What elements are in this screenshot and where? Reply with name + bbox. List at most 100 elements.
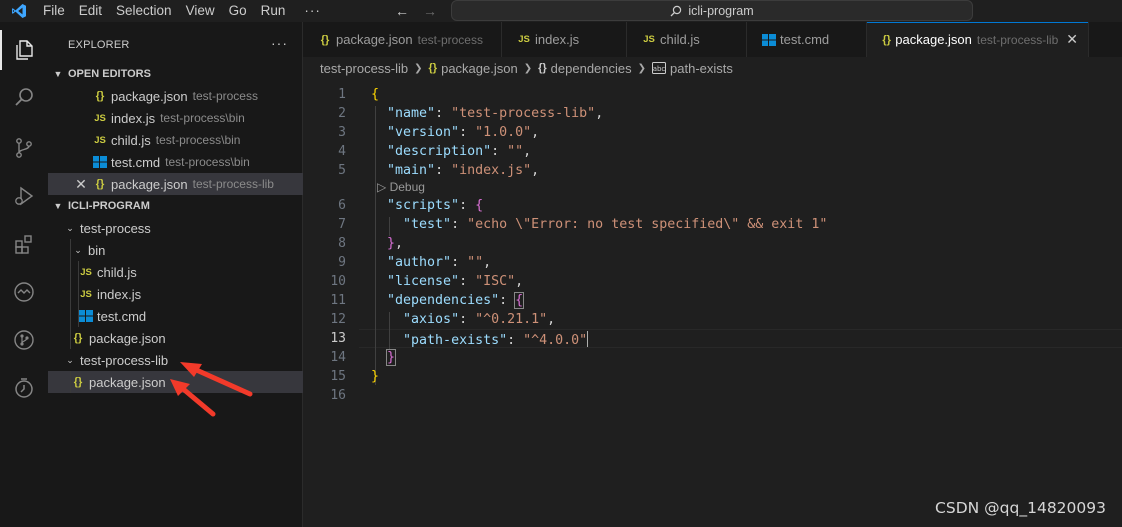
line-number: 16 (330, 388, 346, 403)
search-icon (670, 5, 682, 16)
js-icon: JS (643, 34, 655, 45)
forward-arrow-icon[interactable]: → (423, 3, 437, 19)
code-line-current: "path-exists": "^4.0.0" (403, 331, 589, 348)
open-editor-item[interactable]: test.cmd test-process\bin (48, 151, 303, 173)
menu-run[interactable]: Run (254, 0, 293, 22)
menu-edit[interactable]: Edit (72, 0, 109, 22)
js-icon: JS (94, 134, 106, 146)
explorer-sidebar: EXPLORER ··· ▼ OPEN EDITORS {} package.j… (48, 22, 303, 527)
code-line: "name": "test-process-lib", (387, 106, 604, 121)
breadcrumb: test-process-lib ❯ {} package.json ❯ {} … (303, 57, 1122, 79)
file-package-json[interactable]: {} package.json (48, 327, 303, 349)
debug-codelens[interactable]: ▷ Debug (377, 180, 425, 194)
file-test-cmd[interactable]: test.cmd (48, 305, 303, 327)
tab-label: package.json (895, 32, 972, 47)
json-icon: {} (882, 33, 891, 46)
open-editor-item[interactable]: JS index.js test-process\bin (48, 107, 303, 129)
git-graph-icon[interactable] (0, 316, 48, 364)
folder-bin[interactable]: ⌄ bin (48, 239, 303, 261)
tab-label: test.cmd (780, 32, 830, 47)
folder-test-process-lib[interactable]: ⌄ test-process-lib (48, 349, 303, 371)
code-line: "test": "echo \"Error: no test specified… (403, 217, 828, 232)
explorer-more-button[interactable]: ··· (271, 35, 288, 51)
code-editor[interactable]: 1 2 3 4 5 6 7 8 9 10 11 12 13 14 15 16 {… (303, 79, 1122, 527)
breadcrumb-item[interactable]: package.json (441, 61, 518, 76)
code-line: } (386, 349, 397, 366)
tree-item-label: package.json (89, 374, 166, 390)
tab-label: package.json (336, 32, 413, 47)
chevron-down-icon: ▼ (53, 201, 63, 211)
watermark: CSDN @qq_14820093 (935, 499, 1106, 517)
json-icon: {} (73, 376, 83, 388)
annotation-arrow-icon (170, 379, 216, 417)
tree-item-label: package.json (89, 330, 166, 346)
breadcrumb-item[interactable]: dependencies (551, 61, 632, 76)
object-icon: {} (538, 62, 547, 74)
extensions-icon[interactable] (0, 220, 48, 268)
tab-test-cmd[interactable]: test.cmd (747, 22, 867, 57)
open-editor-item[interactable]: JS child.js test-process\bin (48, 129, 303, 151)
breadcrumb-item[interactable]: path-exists (670, 61, 733, 76)
close-icon[interactable]: ✕ (73, 176, 89, 193)
tab-package-json-test-process-lib[interactable]: {} package.json test-process-lib ✕ (867, 22, 1089, 57)
workspace-section[interactable]: ▼ ICLI-PROGRAM (48, 195, 303, 217)
folder-test-process[interactable]: ⌄ test-process (48, 217, 303, 239)
open-editor-name: package.json (111, 88, 188, 104)
line-number: 10 (330, 274, 346, 289)
open-editors-section[interactable]: ▼ OPEN EDITORS (48, 63, 303, 85)
js-icon: JS (80, 288, 92, 300)
tree-item-label: test-process (80, 220, 151, 236)
menu-go[interactable]: Go (222, 0, 254, 22)
line-number: 6 (338, 198, 346, 213)
file-index-js[interactable]: JS index.js (48, 283, 303, 305)
menu-view[interactable]: View (179, 0, 222, 22)
code-line: "dependencies": { (387, 292, 525, 309)
tab-index-js[interactable]: JS index.js (502, 22, 627, 57)
code-line: } (371, 369, 380, 384)
json-icon: {} (428, 62, 438, 74)
json-icon: {} (95, 178, 105, 190)
activity-bar (0, 22, 48, 527)
code-line: "axios": "^0.21.1", (403, 312, 556, 327)
tab-desc: test-process (417, 32, 483, 47)
breadcrumb-item[interactable]: test-process-lib (320, 61, 408, 76)
text-cursor (587, 331, 589, 347)
chevron-right-icon: ❯ (414, 62, 423, 74)
open-editor-desc: test-process\bin (165, 155, 250, 169)
close-icon[interactable]: ✕ (1066, 31, 1078, 48)
line-number: 4 (338, 144, 346, 159)
command-center-search[interactable]: icli-program (451, 0, 973, 21)
menu-more-button[interactable]: ··· (292, 0, 333, 22)
line-number: 13 (330, 331, 346, 346)
code-line: "license": "ISC", (387, 274, 524, 289)
open-editor-item-active[interactable]: ✕ {} package.json test-process-lib (48, 173, 303, 195)
remote-explorer-icon[interactable] (0, 268, 48, 316)
explorer-icon[interactable] (0, 26, 48, 74)
open-editor-name: test.cmd (111, 154, 161, 170)
tab-package-json-test-process[interactable]: {} package.json test-process (303, 22, 502, 57)
cmd-icon (79, 310, 93, 322)
line-number: 14 (330, 350, 346, 365)
run-debug-icon[interactable] (0, 172, 48, 220)
tab-child-js[interactable]: JS child.js (627, 22, 747, 57)
tab-label: index.js (535, 32, 580, 47)
vscode-logo-icon (8, 0, 30, 22)
menu-selection[interactable]: Selection (109, 0, 179, 22)
open-editor-name: package.json (111, 176, 188, 192)
tree-item-label: test-process-lib (80, 352, 169, 368)
open-editor-item[interactable]: {} package.json test-process (48, 85, 303, 107)
chevron-down-icon: ⌄ (74, 244, 82, 255)
timeline-icon[interactable] (0, 364, 48, 412)
file-child-js[interactable]: JS child.js (48, 261, 303, 283)
menu-file[interactable]: File (36, 0, 72, 22)
open-editor-desc: test-process-lib (192, 177, 274, 191)
chevron-right-icon: ❯ (523, 62, 533, 74)
code-line: "version": "1.0.0", (387, 125, 540, 140)
search-icon[interactable] (0, 74, 48, 122)
back-arrow-icon[interactable]: ← (395, 3, 409, 19)
tab-desc: test-process-lib (976, 32, 1059, 47)
command-center-label: icli-program (688, 3, 754, 18)
source-control-icon[interactable] (0, 124, 48, 172)
open-editors-title: OPEN EDITORS (68, 68, 151, 80)
line-number: 3 (338, 125, 346, 140)
